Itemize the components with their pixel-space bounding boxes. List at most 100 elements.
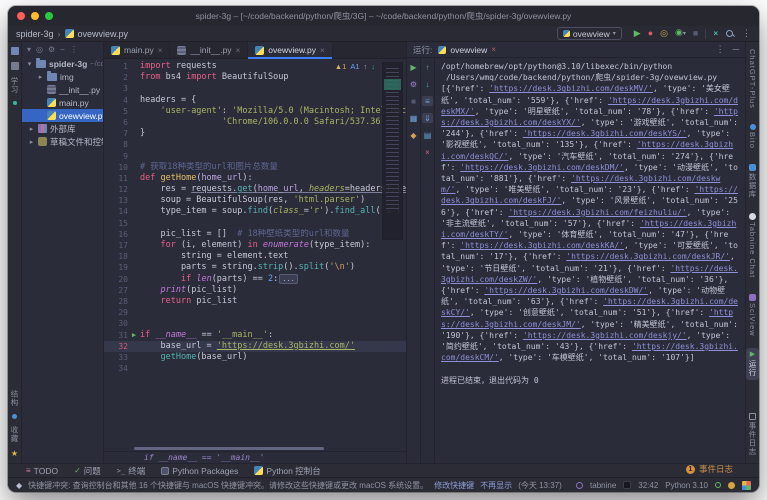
horizontal-scrollbar[interactable] [134, 447, 324, 450]
event-log-balloon[interactable]: 1 事件日志 [686, 463, 733, 475]
kebab-menu-icon[interactable]: ⋮ [742, 29, 751, 38]
locate-file-button[interactable]: ◎ [36, 45, 43, 54]
notifications-bell-icon[interactable] [728, 482, 735, 489]
console-url-link[interactable]: 'https://desk.3gbizhi.com/deskTY/' [441, 219, 736, 239]
chevron-down-icon[interactable]: ▾ [26, 60, 33, 68]
tool-stripe-database[interactable]: 数据库 [746, 161, 759, 202]
code-line[interactable]: 28 return pic_list [104, 296, 406, 307]
code-line[interactable]: 31▶if __name__ == '__main__': [104, 330, 406, 341]
console-url-link[interactable]: 'https://desk.3gbizhi.com/deskCY/' [441, 297, 738, 317]
console-url-link[interactable]: 'https://desk.3gbizhi.com/deskMX/' [441, 96, 738, 116]
run-configuration-select[interactable]: ovewview ▾ [557, 27, 622, 40]
search-everywhere-icon[interactable] [725, 29, 735, 39]
code-line[interactable]: 9 [104, 151, 406, 162]
tabnine-widget[interactable]: tabnine [590, 481, 616, 490]
code-line[interactable]: 11def getHome(home_url): [104, 173, 406, 184]
project-tool-icon[interactable] [11, 47, 19, 55]
code-line[interactable]: 17 for (i, element) in enumerate(type_it… [104, 240, 406, 251]
console-url-link[interactable]: 'https://desk.3gbizhi.com/deskJR/' [566, 252, 730, 261]
code-line[interactable]: 16 pic_list = [] # 18种壁纸类型的url和数量 [104, 229, 406, 240]
soft-wrap-button[interactable]: ≡ [422, 96, 433, 106]
tool-stripe-sciview[interactable]: SciView [747, 291, 758, 340]
close-window-button[interactable] [17, 12, 25, 20]
close-icon[interactable]: × [491, 45, 496, 54]
console-url-link[interactable]: 'https://desk.3gbizhi.com/deskjy/' [523, 331, 687, 340]
close-icon[interactable]: × [158, 46, 163, 55]
minimize-window-button[interactable] [31, 12, 39, 20]
console-url-link[interactable]: 'https://desk.3gbizhi.com/deskMV/' [489, 84, 653, 93]
zoom-window-button[interactable] [45, 12, 53, 20]
console-output[interactable]: /opt/homebrew/opt/python@3.10/libexec/bi… [435, 58, 745, 463]
vcs-status-icon[interactable] [715, 482, 721, 488]
code-line[interactable]: 18 string = element.text [104, 251, 406, 262]
coverage-button[interactable]: ◎ [660, 29, 668, 38]
debug-button[interactable]: ● [648, 29, 653, 38]
tool-window-button-packages[interactable]: Python Packages [161, 466, 238, 476]
code-line[interactable]: 5 'user-agent': 'Mozilla/5.0 (Macintosh;… [104, 106, 406, 117]
stop-button[interactable]: ■ [693, 29, 698, 38]
folded-code-icon[interactable]: ... [279, 274, 298, 284]
profiler-button[interactable]: ◉▾ [675, 28, 686, 39]
console-url-link[interactable]: 'https://desk.3gbizhi.com/deskKA/' [460, 241, 624, 250]
tree-item-[interactable]: ▸草稿文件和控制台 [22, 135, 103, 148]
console-url-link[interactable]: 'https://desk.3gbizhi.com/deskJM/' [441, 308, 733, 328]
code-line[interactable]: 27 print(pic_list) [104, 285, 406, 296]
console-url-link[interactable]: 'https://desk.3gbizhi.com/deskYX/' [441, 107, 738, 127]
tree-root-row[interactable]: ▾spider-3g~/code [22, 57, 103, 70]
console-url-link[interactable]: 'https://desk.3gbizhi.com/deskDM/' [460, 163, 624, 172]
code-line[interactable]: 2from bs4 import BeautifulSoup [104, 72, 406, 83]
close-icon[interactable]: × [320, 46, 325, 55]
tabnine-box-icon[interactable] [623, 481, 631, 489]
plugin-grid-icon[interactable] [742, 481, 751, 490]
tool-window-button-terminal[interactable]: >_终端 [117, 465, 145, 477]
tool-stripe-bito[interactable]: Bito [747, 121, 758, 152]
chevron-right-icon[interactable]: ▸ [28, 125, 35, 133]
code-line[interactable]: 15 [104, 218, 406, 229]
code-line[interactable]: 12 res = requests.get(home_url, headers=… [104, 184, 406, 195]
breadcrumb-project[interactable]: spider-3g [16, 29, 54, 39]
code-line[interactable]: 30 [104, 318, 406, 329]
code-line[interactable]: 14 type_item = soup.find(class_='r').fin… [104, 206, 406, 217]
tool-stripe-run[interactable]: ▶运行 [746, 348, 759, 380]
console-url-link[interactable]: 'https://desk.3gbizhi.com/deskDW/' [484, 286, 648, 295]
rerun-button[interactable]: ▶ [408, 62, 419, 72]
scope-breadcrumb[interactable]: if __name__ == '__main__' [144, 453, 264, 462]
stop-button[interactable]: ■ [408, 96, 419, 106]
editor-tab[interactable]: __init__.py× [170, 42, 248, 58]
kebab-menu-icon[interactable]: ⋮ [716, 44, 725, 55]
run-settings-icon[interactable]: ⚙ [408, 79, 419, 89]
interpreter-widget[interactable]: Python 3.10 [665, 481, 708, 490]
favorites-tool-label[interactable]: 收藏 [9, 426, 20, 443]
tool-window-button-todo[interactable]: ≡TODO [26, 466, 58, 476]
modify-shortcuts-link[interactable]: 修改快捷键 [434, 480, 474, 491]
code-line[interactable]: 19 parts = string.strip().split('\n') [104, 262, 406, 273]
code-line[interactable]: 3 [104, 83, 406, 94]
tool-stripe-tabnine-chat[interactable]: Tabnine Chat [747, 210, 758, 281]
structure-tool-label[interactable]: 结构 [9, 390, 20, 407]
clear-console-button[interactable]: × [422, 147, 433, 157]
console-url-link[interactable]: 'https://desk.3gbizhi.com/deskZW/' [441, 264, 738, 284]
favorites-star-icon[interactable]: ★ [11, 450, 18, 458]
code-line[interactable]: 20 if len(parts) == 2:... [104, 274, 406, 285]
code-line[interactable]: 13 soup = BeautifulSoup(res, 'html.parse… [104, 195, 406, 206]
code-line[interactable]: 34 [104, 363, 406, 374]
down-stack-trace-button[interactable]: ↓ [422, 79, 433, 89]
tool-stripe-icon[interactable] [12, 414, 17, 419]
breadcrumb-file[interactable]: ovewview.py [78, 29, 129, 39]
tool-stripe-event-log[interactable]: 事件日志 [746, 410, 759, 459]
next-issue-icon[interactable]: ↓ [371, 62, 375, 71]
code-with-me-icon[interactable]: × [713, 29, 718, 38]
dont-show-again-link[interactable]: 不再显示 [480, 480, 512, 491]
editor-tab[interactable]: ovewview.py× [248, 42, 332, 58]
editor-tab[interactable]: main.py× [104, 42, 170, 58]
tree-item-[interactable]: ▸外部库 [22, 122, 103, 135]
console-url-link[interactable]: 'https://desk.3gbizhi.com/deskFJ/' [441, 185, 738, 205]
console-url-link[interactable]: 'https://desk.3gbizhi.com/deskQC/' [441, 140, 733, 160]
prev-issue-icon[interactable]: ↑ [364, 62, 368, 71]
close-icon[interactable]: × [236, 46, 241, 55]
run-tab[interactable]: ovewview × [438, 45, 496, 55]
code-line[interactable]: 33 getHome(base_url) [104, 352, 406, 363]
tree-item-mainpy[interactable]: main.py [22, 96, 103, 109]
console-url-link[interactable]: 'https://desk.3gbizhi.com/deskCM/' [441, 342, 738, 362]
commit-tool-icon[interactable] [11, 62, 19, 70]
